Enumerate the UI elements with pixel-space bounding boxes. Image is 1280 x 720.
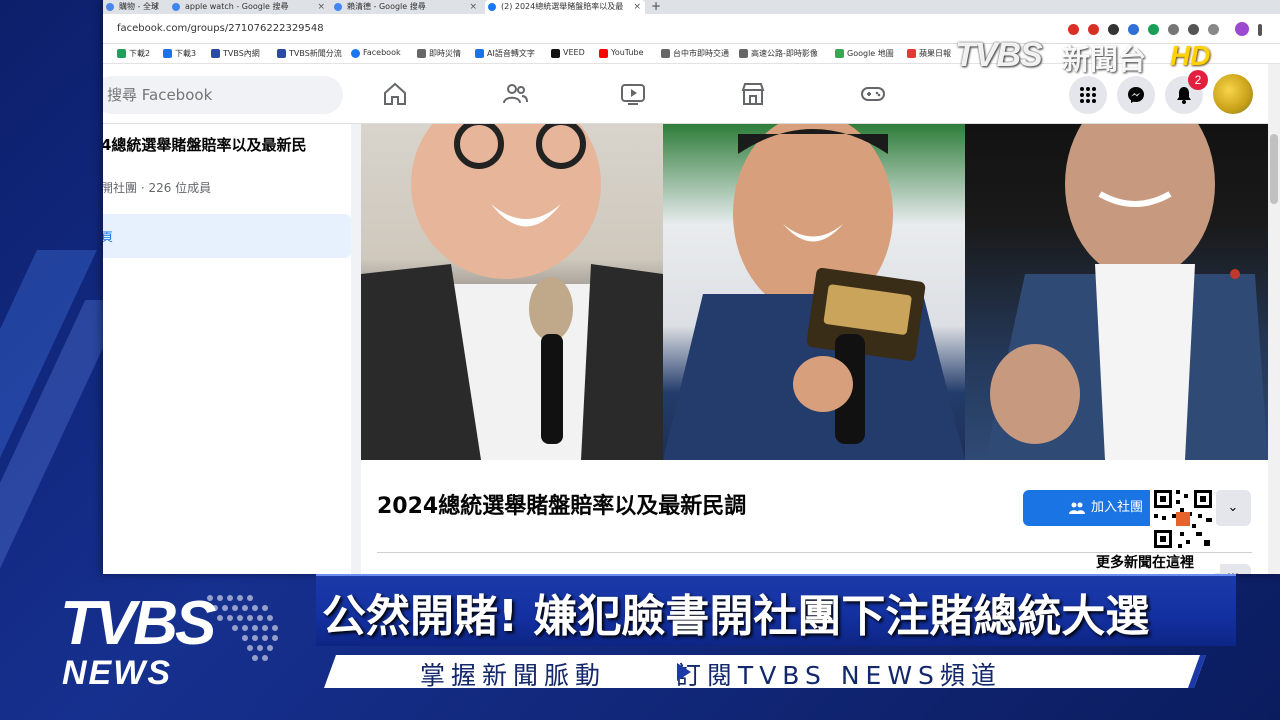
qr-caption: 更多新聞在這裡 <box>1070 553 1220 573</box>
sidebar-item-about[interactable]: 頁 <box>103 214 351 258</box>
menu-kebab-icon[interactable] <box>1258 24 1262 36</box>
tab-label: apple watch - Google 搜尋 <box>185 2 289 11</box>
news-headline: 公然開賭! 嫌犯臉書開社團下注賭總統大選 <box>322 591 1150 642</box>
tab-strip: 購物 - 全球 × apple watch - Google 搜尋 × 賴清德 … <box>103 0 1280 14</box>
close-icon[interactable]: × <box>151 0 159 14</box>
extension-icon[interactable] <box>1128 24 1139 35</box>
home-icon[interactable] <box>381 80 409 108</box>
bookmark-item[interactable]: VEED <box>551 48 585 58</box>
bookmark-icon <box>277 49 286 58</box>
tvbs-news-logo-bottom: NEWS <box>62 654 172 692</box>
messenger-icon <box>1128 87 1144 103</box>
bookmark-icon <box>117 49 126 58</box>
tvbs-channel-name: 新聞台 <box>1062 43 1147 76</box>
tab-label: (2) 2024總統選舉賭盤賠率以及最 <box>501 2 624 11</box>
group-title: 2024總統選舉賭盤賠率以及最新民調 <box>377 494 747 519</box>
bookmark-item[interactable]: TVBS新聞分流 <box>277 48 342 59</box>
close-icon[interactable]: × <box>317 0 325 14</box>
bookmark-icon <box>417 49 426 58</box>
bookmark-item[interactable]: 台中市即時交通 <box>661 48 729 59</box>
tab-label: 賴清德 - Google 搜尋 <box>347 2 426 11</box>
facebook-search-input[interactable] <box>103 76 343 114</box>
extension-icon[interactable] <box>1108 24 1119 35</box>
join-group-label: 加入社團 <box>1091 500 1144 515</box>
marketplace-icon[interactable] <box>739 80 767 108</box>
bookmark-item[interactable]: 下載2 <box>117 48 150 59</box>
hd-badge: HD <box>1170 40 1211 71</box>
bookmark-item[interactable]: YouTube <box>599 48 644 58</box>
group-options-dropdown[interactable]: ⌄ <box>1215 490 1251 526</box>
bookmark-icon <box>163 49 172 58</box>
chevron-down-icon: ⌄ <box>1227 500 1239 515</box>
menu-grid-button[interactable] <box>1069 76 1107 114</box>
qr-code <box>1150 486 1216 552</box>
extension-icon[interactable] <box>1148 24 1159 35</box>
browser-tab-active[interactable]: (2) 2024總統選舉賭盤賠率以及最 × <box>485 0 645 14</box>
notification-badge: 2 <box>1188 70 1208 90</box>
google-icon <box>172 3 180 11</box>
scrollbar-thumb[interactable] <box>1270 134 1278 204</box>
bookmark-item[interactable]: AI語音轉文字 <box>475 48 535 59</box>
apple-icon <box>907 49 916 58</box>
bookmark-item[interactable]: Google 地圖 <box>835 48 894 59</box>
cover-photo-left <box>361 124 663 460</box>
bookmark-item[interactable]: 即時災情 <box>417 48 461 59</box>
subscribe-text: 掌握新聞脈動 訂閱TVBS NEWS頻道 <box>420 656 1002 692</box>
join-group-button[interactable]: 加入社團 <box>1023 490 1163 526</box>
bookmark-item[interactable]: 下載3 <box>163 48 196 59</box>
grid-icon <box>1080 87 1096 103</box>
play-arrow-icon <box>677 663 691 681</box>
extension-icon[interactable] <box>1068 24 1079 35</box>
subscribe-right-text: 訂閱TVBS NEWS頻道 <box>675 661 1002 690</box>
close-icon[interactable]: × <box>469 0 477 14</box>
bookmark-item[interactable]: 高速公路-即時影像 <box>739 48 818 59</box>
url-text[interactable]: facebook.com/groups/271076222329548 <box>117 23 324 34</box>
cover-photo-middle <box>663 124 965 460</box>
bookmark-icon <box>661 49 670 58</box>
profile-icon[interactable] <box>1235 22 1249 36</box>
bookmark-item[interactable]: 蘋果日報 <box>907 48 951 59</box>
tvbs-news-logo-top: TVBS <box>60 589 216 658</box>
sidebar-item-label: 頁 <box>103 230 114 244</box>
sidebar-group-meta: 開社團 · 226 位成員 <box>103 181 212 195</box>
tvbs-channel-logo: TVBS <box>955 36 1043 74</box>
close-icon[interactable]: × <box>633 0 641 14</box>
browser-tab[interactable]: 賴清德 - Google 搜尋 × <box>331 0 481 14</box>
subscribe-left-text: 掌握新聞脈動 <box>420 661 607 690</box>
people-icon <box>1069 502 1085 514</box>
messenger-button[interactable] <box>1117 76 1155 114</box>
youtube-icon <box>599 49 608 58</box>
cover-photo-right <box>965 124 1268 460</box>
facebook-icon <box>351 49 360 58</box>
video-icon[interactable] <box>619 80 647 108</box>
gaming-icon[interactable] <box>859 80 887 108</box>
browser-window: 購物 - 全球 × apple watch - Google 搜尋 × 賴清德 … <box>103 0 1280 574</box>
browser-tab[interactable]: apple watch - Google 搜尋 × <box>169 0 329 14</box>
bookmark-icon <box>475 49 484 58</box>
google-icon <box>334 3 342 11</box>
extension-icon[interactable] <box>1088 24 1099 35</box>
more-options-button[interactable]: … <box>1215 564 1251 574</box>
extensions-puzzle-icon[interactable] <box>1188 24 1199 35</box>
page-scrollbar[interactable] <box>1268 64 1280 574</box>
browser-tab[interactable]: 購物 - 全球 × <box>103 0 163 14</box>
group-sidebar: 4總統選舉賭盤賠率以及最新民 開社團 · 226 位成員 頁 <box>103 124 351 574</box>
facebook-icon <box>488 3 496 11</box>
group-cover-photo[interactable] <box>361 124 1268 460</box>
maps-icon <box>835 49 844 58</box>
profile-avatar[interactable] <box>1213 74 1253 114</box>
bookmark-icon <box>211 49 220 58</box>
bookmark-item[interactable]: TVBS內網 <box>211 48 260 59</box>
sidebar-group-title[interactable]: 4總統選舉賭盤賠率以及最新民 <box>103 134 306 155</box>
extension-icon[interactable] <box>1168 24 1179 35</box>
new-tab-icon[interactable]: + <box>651 0 661 13</box>
bookmark-item[interactable]: Facebook <box>351 48 401 58</box>
extension-icon[interactable] <box>1208 24 1219 35</box>
bookmark-icon <box>739 49 748 58</box>
tab-favicon-icon <box>106 3 114 11</box>
veed-icon <box>551 49 560 58</box>
groups-icon[interactable] <box>501 80 529 108</box>
more-label: … <box>1227 564 1239 574</box>
